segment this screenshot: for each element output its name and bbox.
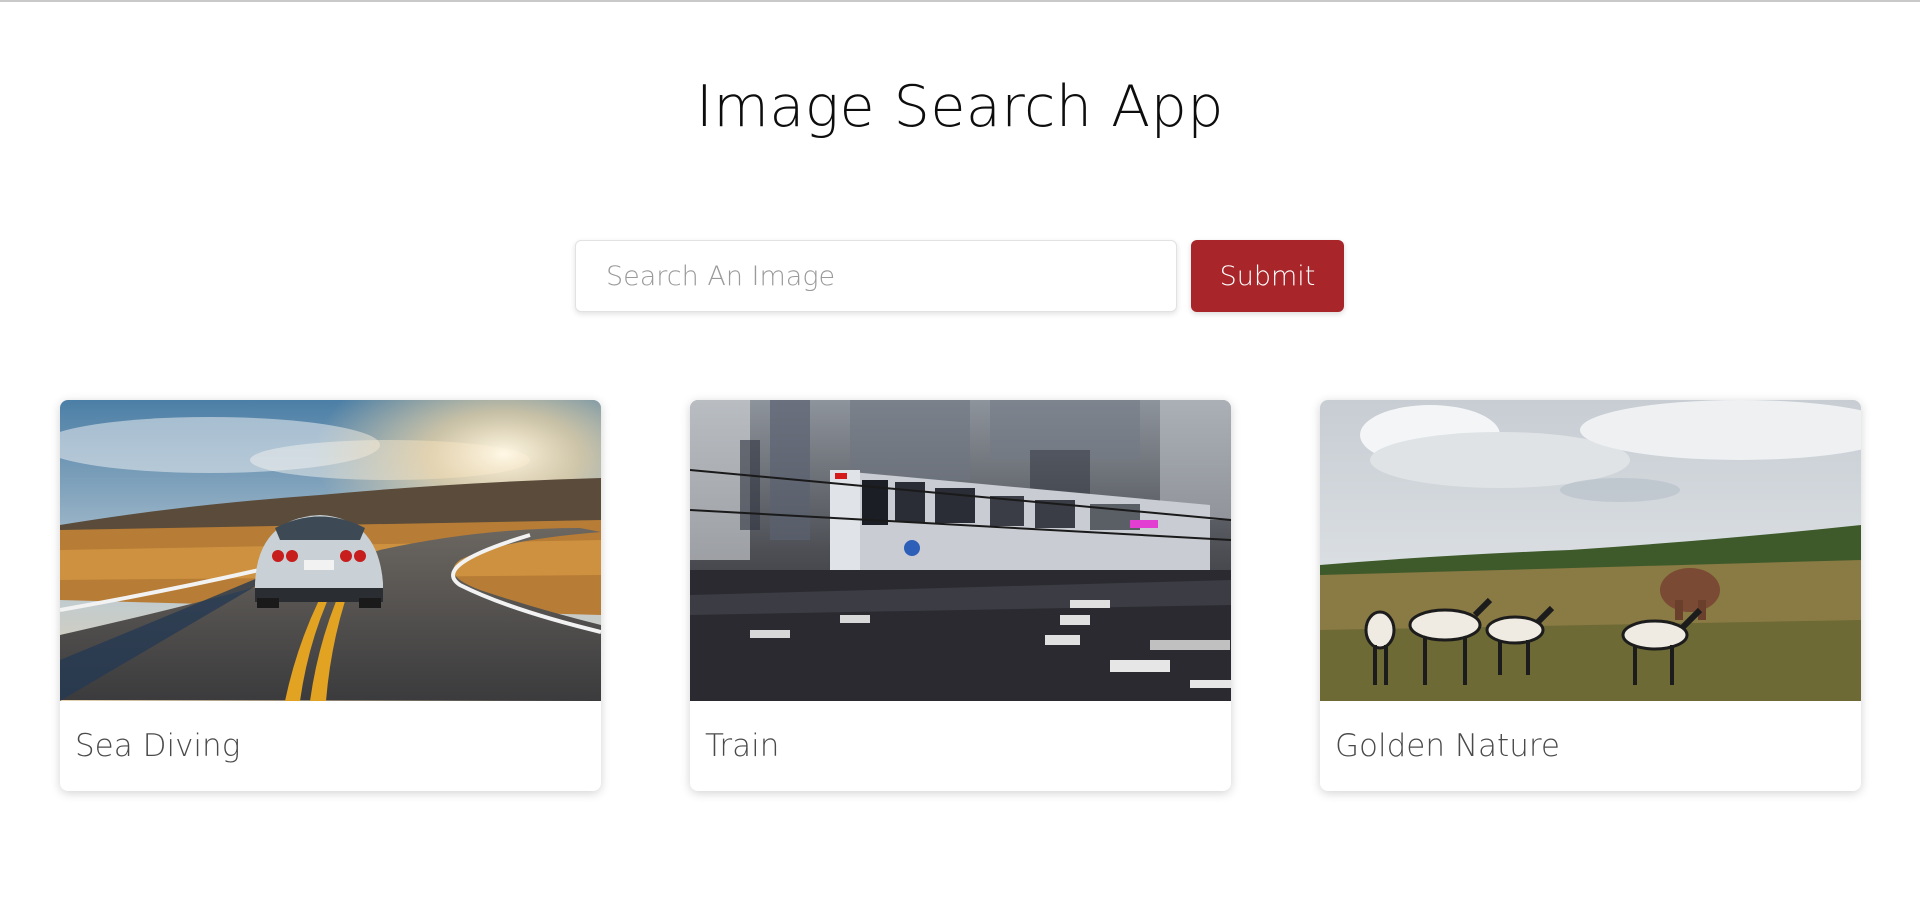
car-on-road-image <box>60 400 601 701</box>
search-input[interactable] <box>575 240 1177 312</box>
result-card[interactable]: Golden Nature <box>1320 400 1861 791</box>
result-card[interactable]: Sea Diving <box>60 400 601 791</box>
card-title: Train <box>705 728 780 764</box>
train-image <box>690 400 1231 701</box>
card-title: Golden Nature <box>1335 728 1560 764</box>
zebras-savanna-image <box>1320 400 1861 701</box>
result-card[interactable]: Train <box>690 400 1231 791</box>
submit-button[interactable]: Submit <box>1191 240 1344 312</box>
page-title: Image Search App <box>696 74 1224 140</box>
card-title: Sea Diving <box>75 728 241 764</box>
top-border <box>0 0 1920 5</box>
search-form: Submit <box>575 240 1344 312</box>
